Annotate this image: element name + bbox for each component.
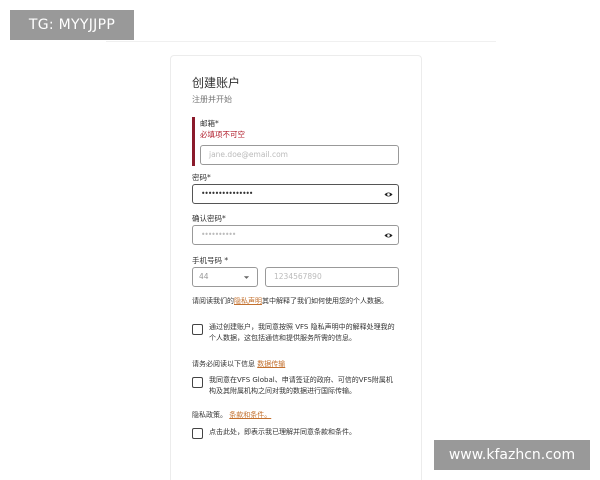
confirm-password-field[interactable]: ••••••••••	[192, 225, 399, 245]
terms-link[interactable]: 条款和条件。	[229, 411, 271, 419]
privacy-notice: 请阅读我们的隐私声明其中解释了我们如何使用您的个人数据。	[192, 296, 404, 307]
error-indicator-bar	[192, 117, 195, 166]
signup-card: 创建账户 注册并开始 邮箱* 必填项不可空 jane.doe@email.com…	[170, 55, 422, 480]
email-placeholder: jane.doe@email.com	[209, 150, 288, 159]
phone-number-field[interactable]: 1234567890	[265, 267, 399, 287]
consent-checkbox-terms[interactable]	[192, 428, 203, 439]
phone-label: 手机号码 *	[192, 256, 229, 265]
transfer-notice: 请务必阅读以下信息 数据传输	[192, 359, 404, 370]
email-label: 邮箱*	[200, 119, 219, 128]
consent-text-data-transfer: 我同意在VFS Global、申请签证的政府、可信的VFS附属机构及其附属机构之…	[209, 376, 393, 395]
consent-checkbox-personal-data[interactable]	[192, 324, 203, 335]
consent-text-terms: 点击此处，即表示我已理解并同意条款和条件。	[209, 428, 356, 436]
country-code-select[interactable]: 44	[192, 267, 258, 287]
transfer-notice-text: 请务必阅读以下信息	[192, 360, 255, 368]
page: TG: MYYJJPP 创建账户 注册并开始 邮箱* 必填项不可空 jane.d…	[0, 0, 600, 480]
chevron-down-icon	[243, 276, 250, 279]
email-field[interactable]: jane.doe@email.com	[200, 145, 399, 165]
consent-text-personal-data: 通过创建账户，我同意按照 VFS 隐私声明中的解释处理我的个人数据，这包括通信和…	[209, 323, 395, 342]
watermark: www.kfazhcn.com	[434, 440, 590, 470]
policy-notice-text: 隐私政策。	[192, 411, 227, 419]
password-label: 密码*	[192, 173, 211, 182]
page-subtitle: 注册并开始	[192, 95, 232, 104]
confirm-password-label: 确认密码*	[192, 214, 226, 223]
eye-icon[interactable]	[384, 190, 393, 199]
password-value: •••••••••••••••	[201, 189, 253, 198]
country-code-value: 44	[199, 272, 209, 281]
privacy-notice-text: 请阅读我们的	[192, 297, 234, 305]
eye-icon[interactable]	[384, 231, 393, 240]
confirm-password-value: ••••••••••	[201, 230, 236, 239]
privacy-notice-text-2: 其中解释了我们如何使用您的个人数据。	[262, 297, 388, 305]
email-error-message: 必填项不可空	[200, 130, 245, 139]
data-transfer-link[interactable]: 数据传输	[257, 360, 285, 368]
password-field[interactable]: •••••••••••••••	[192, 184, 399, 204]
phone-placeholder: 1234567890	[274, 272, 322, 281]
privacy-statement-link[interactable]: 隐私声明	[234, 297, 262, 305]
page-title: 创建账户	[192, 76, 241, 90]
tg-badge: TG: MYYJJPP	[10, 10, 134, 40]
divider	[106, 41, 496, 42]
policy-notice: 隐私政策。 条款和条件。	[192, 410, 404, 421]
consent-checkbox-data-transfer[interactable]	[192, 377, 203, 388]
